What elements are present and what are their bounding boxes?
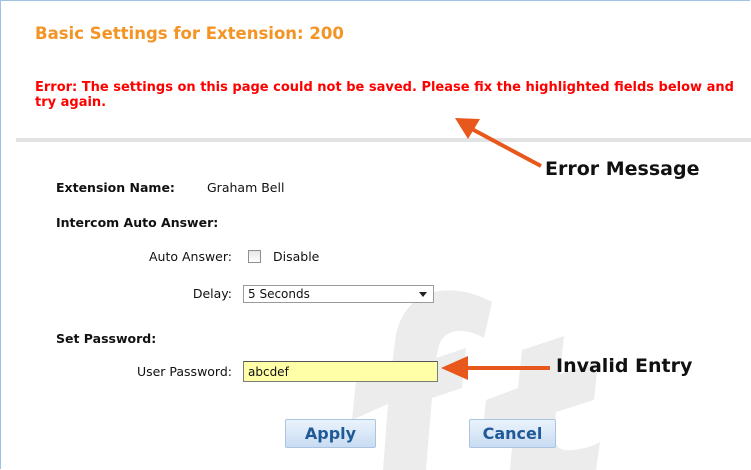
- invalid-entry-arrow: [441, 356, 550, 380]
- invalid-entry-callout: Invalid Entry: [556, 355, 693, 377]
- annotation-arrows: [441, 118, 550, 380]
- error-message-arrow: [455, 118, 542, 168]
- error-message-callout: Error Message: [545, 158, 700, 180]
